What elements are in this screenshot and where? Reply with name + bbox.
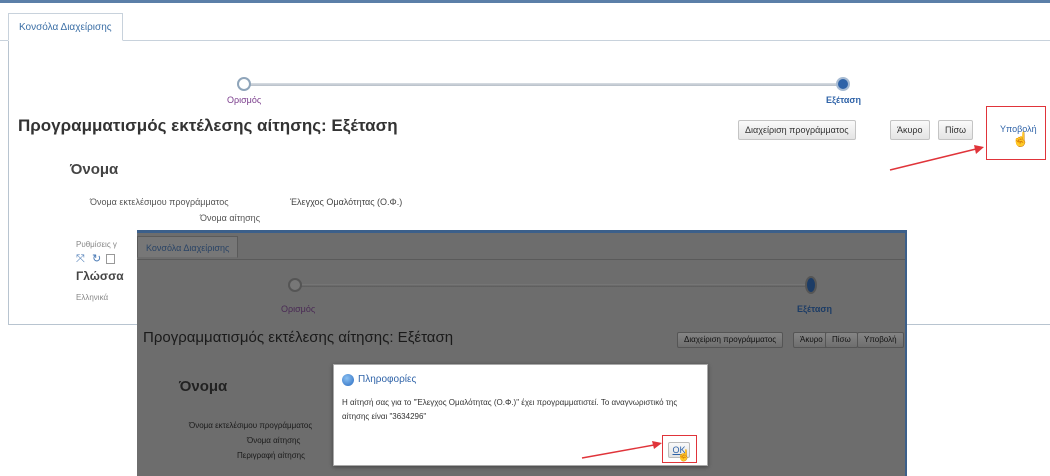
front-page-title: Προγραμματισμός εκτέλεσης αίτησης: Εξέτα… xyxy=(143,329,454,346)
back-page-title: Προγραμματισμός εκτέλεσης αίτησης: Εξέτα… xyxy=(18,116,398,135)
back-tab-admin-console[interactable]: Κονσόλα Διαχείρισης xyxy=(8,13,123,41)
front-tab-admin-console[interactable]: Κονσόλα Διαχείρισης xyxy=(137,236,239,258)
dialog-title: Πληροφορίες xyxy=(358,374,417,385)
back-small-box-icon xyxy=(106,254,115,264)
front-window: Κονσόλα Διαχείρισης Ορισμός Εξέταση Προγ… xyxy=(137,230,907,476)
back-language-value: Ελληνικά xyxy=(76,293,109,302)
back-program-name-label: Όνομα εκτελέσιμου προγράμματος xyxy=(90,197,229,207)
back-manage-schedule-button[interactable]: Διαχείριση προγράμματος xyxy=(738,120,856,140)
back-refresh-icon[interactable]: ↻ xyxy=(92,252,101,265)
front-back-button: Πίσω xyxy=(825,332,858,348)
front-program-name-label: Όνομα εκτελέσιμου προγράμματος xyxy=(189,421,313,430)
back-request-name-label: Όνομα αίτησης xyxy=(200,213,261,223)
dialog-message-line2: αίτησης είναι "3634296" xyxy=(342,412,427,421)
back-back-button[interactable]: Πίσω xyxy=(938,120,974,140)
front-train-label-definition: Ορισμός xyxy=(281,304,316,314)
front-section-name-title: Όνομα xyxy=(179,378,228,395)
back-train-label-definition[interactable]: Ορισμός xyxy=(227,95,261,105)
front-submit-button: Υποβολή xyxy=(857,332,904,348)
back-annotation-arrow xyxy=(889,145,984,171)
front-tab-bar: Κονσόλα Διαχείρισης xyxy=(137,233,905,260)
info-dialog: Πληροφορίες Η αίτησή σας για το "Έλεγχος… xyxy=(333,364,708,466)
front-request-name-label: Όνομα αίτησης xyxy=(247,436,301,445)
front-train-label-review: Εξέταση xyxy=(797,304,833,314)
front-right-edge xyxy=(905,230,907,476)
back-train-step-review xyxy=(836,77,850,91)
back-pointer-cursor-icon: ☝ xyxy=(1012,131,1030,147)
back-program-name-value: Έλεγχος Ομαλότητας (Ο.Φ.) xyxy=(290,197,403,207)
back-section-name-title: Όνομα xyxy=(70,161,119,178)
back-frame-left xyxy=(8,41,9,325)
front-train-step-definition xyxy=(288,278,302,292)
back-train-label-review: Εξέταση xyxy=(826,95,862,105)
back-settings-text: Ρυθμίσεις γ xyxy=(76,240,117,249)
back-train-line xyxy=(245,83,840,86)
info-icon xyxy=(342,374,354,386)
back-train-step-definition[interactable] xyxy=(237,77,251,91)
dialog-message-line1: Η αίτησή σας για το "Έλεγχος Ομαλότητας … xyxy=(342,398,678,407)
front-manage-schedule-button: Διαχείριση προγράμματος xyxy=(677,332,784,348)
back-cancel-button[interactable]: Άκυρο xyxy=(890,120,930,140)
front-train-line xyxy=(295,284,810,287)
dialog-annotation-arrow xyxy=(581,441,662,459)
back-expand-icon[interactable]: ⤧ xyxy=(76,253,85,266)
front-request-description-label: Περιγραφή αίτησης xyxy=(237,451,305,460)
front-train-step-review xyxy=(805,276,817,294)
back-tab-bar: Κονσόλα Διαχείρισης xyxy=(0,7,1050,41)
dialog-pointer-cursor-icon: ☝ xyxy=(677,450,691,462)
back-language-section-title: Γλώσσα xyxy=(76,269,124,283)
